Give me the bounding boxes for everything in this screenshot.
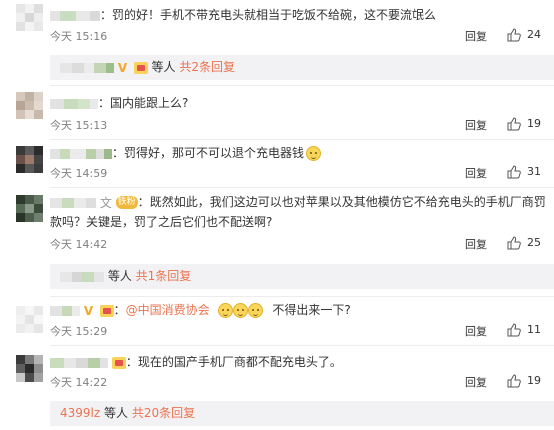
comment-text-line2: 款吗？关键是，罚了之后它们也不配送啊? (50, 215, 273, 229)
avatar[interactable] (16, 355, 43, 382)
verified-v-icon: V (117, 60, 128, 75)
vip-badge-icon (133, 61, 148, 74)
thumbs-up-icon (507, 117, 521, 131)
thumbs-up-icon (507, 374, 521, 388)
like-button[interactable]: 19 (507, 373, 549, 391)
vip-badge-icon (99, 304, 114, 317)
comment-time: 今天 14:42 (50, 238, 108, 251)
sub-replies-box[interactable]: 4399lz 等人 共20条回复 (50, 401, 554, 426)
mention-link[interactable]: @中国消费协会 (126, 303, 210, 317)
reply-suffix: 等人 (104, 406, 129, 420)
reply-user[interactable]: 4399lz (60, 406, 100, 420)
comment-text-line1: 既然如此，我们这边可以也对苹果以及其他模仿它不给充电头的手机厂商罚 (149, 195, 546, 209)
thumbs-up-icon (507, 236, 521, 250)
comment-text: 国内能跟上么? (110, 96, 189, 110)
view-more-replies-link[interactable]: 共2条回复 (179, 60, 235, 74)
comment-time: 今天 15:13 (50, 119, 108, 132)
smile-emoji-icon (232, 303, 248, 318)
like-button[interactable]: 19 (507, 116, 549, 134)
reply-suffix: 等人 (107, 269, 132, 283)
comment-text: 现在的国产手机厂商都不配充电头了。 (137, 355, 342, 369)
comment-time: 今天 15:16 (50, 30, 108, 43)
smile-emoji-icon (247, 303, 263, 318)
like-count: 24 (527, 28, 541, 41)
like-button[interactable]: 11 (507, 322, 549, 340)
comment-text: 不得出来一下? (272, 303, 351, 317)
sub-replies-box[interactable]: 等人 共1条回复 (50, 264, 554, 289)
username[interactable] (50, 357, 108, 368)
reply-button[interactable]: 回复 (465, 117, 487, 133)
reply-user[interactable] (60, 271, 104, 282)
username[interactable] (50, 305, 80, 316)
divider (50, 139, 554, 140)
sub-replies-box[interactable]: V 等人 共2条回复 (50, 55, 554, 80)
comment-text: 罚得好，那可不可以退个充电器钱 (124, 146, 305, 160)
like-count: 25 (527, 236, 541, 249)
thumbs-up-icon (507, 165, 521, 179)
like-count: 19 (527, 374, 541, 387)
view-more-replies-link[interactable]: 共1条回复 (136, 269, 192, 283)
like-button[interactable]: 31 (507, 164, 549, 182)
avatar[interactable] (16, 92, 43, 119)
thumbs-up-icon (507, 323, 521, 337)
username[interactable] (50, 197, 96, 208)
comment-time: 今天 14:22 (50, 376, 108, 389)
reply-button[interactable]: 回复 (465, 28, 487, 44)
like-button[interactable]: 25 (507, 235, 549, 253)
avatar[interactable] (16, 306, 43, 333)
username[interactable] (50, 98, 98, 109)
comment-text: 罚的好！手机不带充电头就相当于吃饭不给碗，这不要流氓么 (112, 8, 437, 22)
thumbs-up-icon (507, 28, 521, 42)
reply-button[interactable]: 回复 (465, 236, 487, 252)
vip-badge-icon (111, 356, 126, 369)
username[interactable] (50, 10, 100, 21)
reply-button[interactable]: 回复 (465, 374, 487, 390)
avatar[interactable] (16, 4, 43, 31)
reply-button[interactable]: 回复 (465, 323, 487, 339)
avatar[interactable] (16, 146, 43, 173)
comment-time: 今天 14:59 (50, 167, 108, 180)
avatar[interactable] (16, 195, 43, 222)
divider (50, 345, 554, 346)
like-button[interactable]: 24 (507, 27, 549, 45)
divider (50, 296, 554, 297)
smile-emoji-icon (217, 303, 233, 318)
reply-suffix: 等人 (151, 60, 176, 74)
smirk-emoji-icon (306, 146, 322, 161)
reply-user[interactable] (60, 62, 114, 73)
divider (50, 187, 554, 188)
view-more-replies-link[interactable]: 共20条回复 (132, 406, 195, 420)
verified-v-icon: V (83, 303, 94, 318)
comment-time: 今天 15:29 (50, 325, 108, 338)
verified-v-icon: 文 (99, 195, 112, 210)
reply-button[interactable]: 回复 (465, 165, 487, 181)
fan-badge: 铁粉 (115, 196, 138, 209)
divider (50, 85, 554, 86)
like-count: 11 (527, 323, 541, 336)
like-count: 19 (527, 117, 541, 130)
username[interactable] (50, 148, 112, 159)
like-count: 31 (527, 165, 541, 178)
